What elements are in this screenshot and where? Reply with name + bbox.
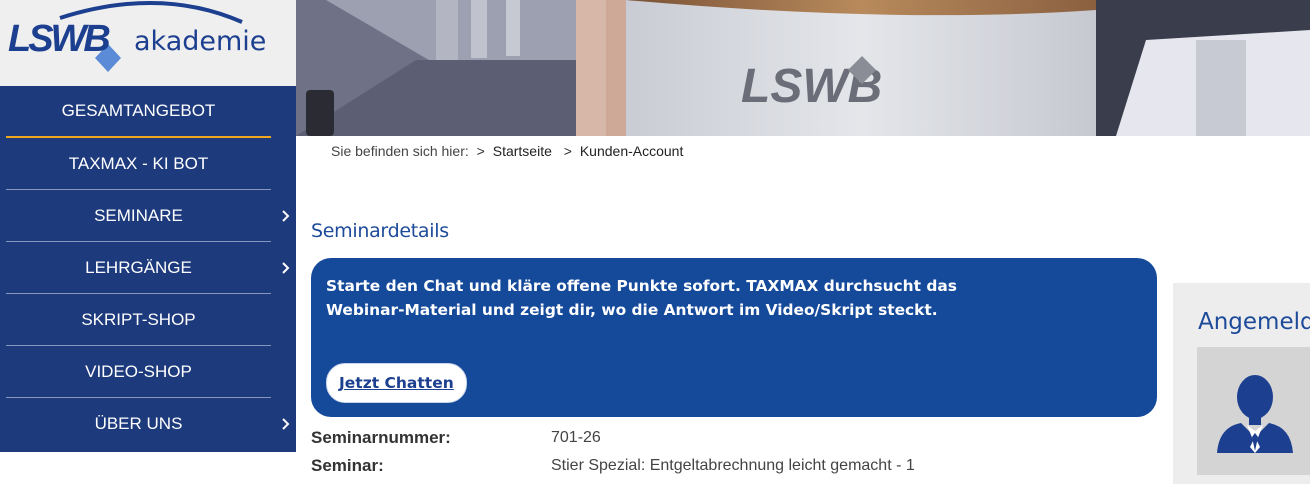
nav-item-video-shop[interactable]: VIDEO-SHOP xyxy=(6,346,271,398)
nav-item-ueber-uns[interactable]: ÜBER UNS xyxy=(6,398,290,449)
breadcrumb-separator: > xyxy=(476,143,485,159)
chevron-right-icon[interactable] xyxy=(279,242,293,293)
login-panel: Angemelde xyxy=(1173,283,1310,484)
breadcrumb-link-kunden-account[interactable]: Kunden-Account xyxy=(580,143,684,159)
nav-item-label: VIDEO-SHOP xyxy=(85,362,192,381)
chat-message-line-2: Webinar-Material und zeigt dir, wo die A… xyxy=(326,301,938,319)
chat-message-line-1: Starte den Chat und kläre offene Punkte … xyxy=(326,277,957,295)
nav-item-label: ÜBER UNS xyxy=(94,414,183,433)
nav-item-skript-shop[interactable]: SKRIPT-SHOP xyxy=(6,294,271,346)
detail-label: Seminar: xyxy=(311,456,384,475)
sidebar-nav: GESAMTANGEBOT TAXMAX - KI BOT SEMINARE L… xyxy=(0,86,296,452)
breadcrumb: Sie befinden sich hier: > Startseite > K… xyxy=(331,143,683,159)
start-chat-button[interactable]: Jetzt Chatten xyxy=(326,363,467,403)
user-avatar-icon xyxy=(1217,375,1293,453)
nav-item-label: SKRIPT-SHOP xyxy=(81,310,196,329)
breadcrumb-separator: > xyxy=(563,143,572,159)
nav-item-taxmax-ki-bot[interactable]: TAXMAX - KI BOT xyxy=(6,138,271,190)
breadcrumb-lead: Sie befinden sich hier: xyxy=(331,143,469,159)
logo-subtitle: akademie xyxy=(134,26,267,57)
login-title: Angemelde xyxy=(1198,309,1310,335)
logo[interactable]: LSWB akademie xyxy=(0,0,296,86)
chat-message: Starte den Chat und kläre offene Punkte … xyxy=(326,274,966,322)
chevron-right-icon[interactable] xyxy=(279,398,293,449)
detail-value: 701-26 xyxy=(551,429,601,446)
breadcrumb-link-startseite[interactable]: Startseite xyxy=(493,143,552,159)
detail-value: Stier Spezial: Entgeltabrechnung leicht … xyxy=(551,457,915,474)
page-title: Seminardetails xyxy=(311,220,449,242)
nav-item-label: TAXMAX - KI BOT xyxy=(68,154,209,173)
nav-item-label: SEMINARE xyxy=(94,206,183,225)
detail-label: Seminarnummer: xyxy=(311,428,451,447)
avatar xyxy=(1197,347,1310,475)
nav-item-label: LEHRGÄNGE xyxy=(85,258,192,277)
logo-brand: LSWB xyxy=(8,18,111,60)
nav-item-lehrgaenge[interactable]: LEHRGÄNGE xyxy=(6,242,290,294)
chat-promo-box: Starte den Chat und kläre offene Punkte … xyxy=(311,258,1157,417)
hero-image: LSWB xyxy=(296,0,1310,136)
nav-item-seminare[interactable]: SEMINARE xyxy=(6,190,290,242)
nav-item-gesamtangebot[interactable]: GESAMTANGEBOT xyxy=(6,86,271,138)
nav-item-label: GESAMTANGEBOT xyxy=(61,101,216,120)
chevron-right-icon[interactable] xyxy=(279,190,293,241)
